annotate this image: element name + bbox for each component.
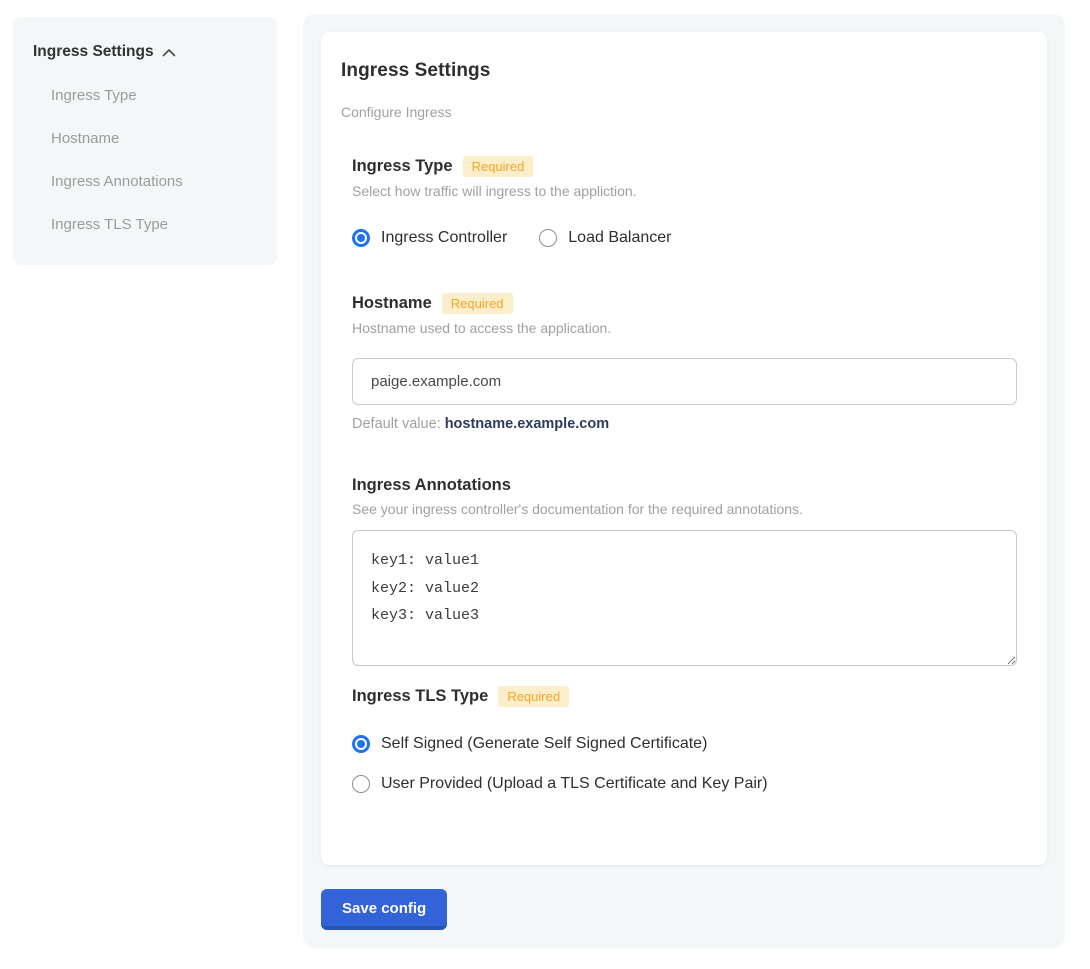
section-ingress-tls-type: Ingress TLS Type Required Self Signed (G… xyxy=(352,686,1017,793)
chevron-up-icon xyxy=(162,48,176,57)
sidebar-group-label: Ingress Settings xyxy=(33,43,154,61)
radio-option-user-provided[interactable]: User Provided (Upload a TLS Certificate … xyxy=(352,775,1017,793)
radio-ingress-controller[interactable] xyxy=(352,229,370,247)
config-panel: Ingress Settings Configure Ingress Ingre… xyxy=(303,14,1065,948)
ingress-settings-card: Ingress Settings Configure Ingress Ingre… xyxy=(321,32,1047,865)
radio-load-balancer[interactable] xyxy=(539,229,557,247)
radio-label: Self Signed (Generate Self Signed Certif… xyxy=(381,735,707,753)
radio-option-load-balancer[interactable]: Load Balancer xyxy=(539,229,671,247)
radio-label: Ingress Controller xyxy=(381,229,507,247)
page-title: Ingress Settings xyxy=(341,60,1017,82)
radio-label: Load Balancer xyxy=(568,229,671,247)
default-value-label: Default value: xyxy=(352,416,445,432)
hostname-label: Hostname xyxy=(352,294,432,313)
ingress-tls-radio-group: Self Signed (Generate Self Signed Certif… xyxy=(352,735,1017,793)
ingress-annotations-textarea[interactable]: key1: value1 key2: value2 key3: value3 xyxy=(352,530,1017,666)
required-badge: Required xyxy=(442,293,513,314)
required-badge: Required xyxy=(463,156,534,177)
sidebar-group-ingress-settings[interactable]: Ingress Settings xyxy=(33,43,259,61)
radio-self-signed[interactable] xyxy=(352,735,370,753)
radio-user-provided[interactable] xyxy=(352,775,370,793)
sidebar-item-hostname[interactable]: Hostname xyxy=(51,130,259,147)
page-subtitle: Configure Ingress xyxy=(341,104,1017,120)
section-ingress-type: Ingress Type Required Select how traffic… xyxy=(352,156,1017,247)
settings-sidebar: Ingress Settings Ingress Type Hostname I… xyxy=(13,17,277,265)
ingress-type-label: Ingress Type xyxy=(352,157,453,176)
sidebar-item-ingress-tls-type[interactable]: Ingress TLS Type xyxy=(51,216,259,233)
hostname-input[interactable] xyxy=(352,358,1017,405)
ingress-type-help: Select how traffic will ingress to the a… xyxy=(352,183,1017,199)
sidebar-item-ingress-annotations[interactable]: Ingress Annotations xyxy=(51,173,259,190)
hostname-help: Hostname used to access the application. xyxy=(352,320,1017,336)
hostname-default-line: Default value: hostname.example.com xyxy=(352,416,1017,432)
default-value-text: hostname.example.com xyxy=(445,416,609,432)
required-badge: Required xyxy=(498,686,569,707)
radio-label: User Provided (Upload a TLS Certificate … xyxy=(381,775,768,793)
radio-option-ingress-controller[interactable]: Ingress Controller xyxy=(352,229,507,247)
ingress-type-radio-group: Ingress Controller Load Balancer xyxy=(352,229,1017,247)
section-hostname: Hostname Required Hostname used to acces… xyxy=(352,293,1017,432)
ingress-annotations-help: See your ingress controller's documentat… xyxy=(352,501,1017,517)
ingress-annotations-label: Ingress Annotations xyxy=(352,476,511,495)
radio-option-self-signed[interactable]: Self Signed (Generate Self Signed Certif… xyxy=(352,735,1017,753)
save-config-button[interactable]: Save config xyxy=(321,889,447,930)
section-ingress-annotations: Ingress Annotations See your ingress con… xyxy=(352,476,1017,666)
sidebar-item-ingress-type[interactable]: Ingress Type xyxy=(51,87,259,104)
ingress-tls-type-label: Ingress TLS Type xyxy=(352,687,488,706)
